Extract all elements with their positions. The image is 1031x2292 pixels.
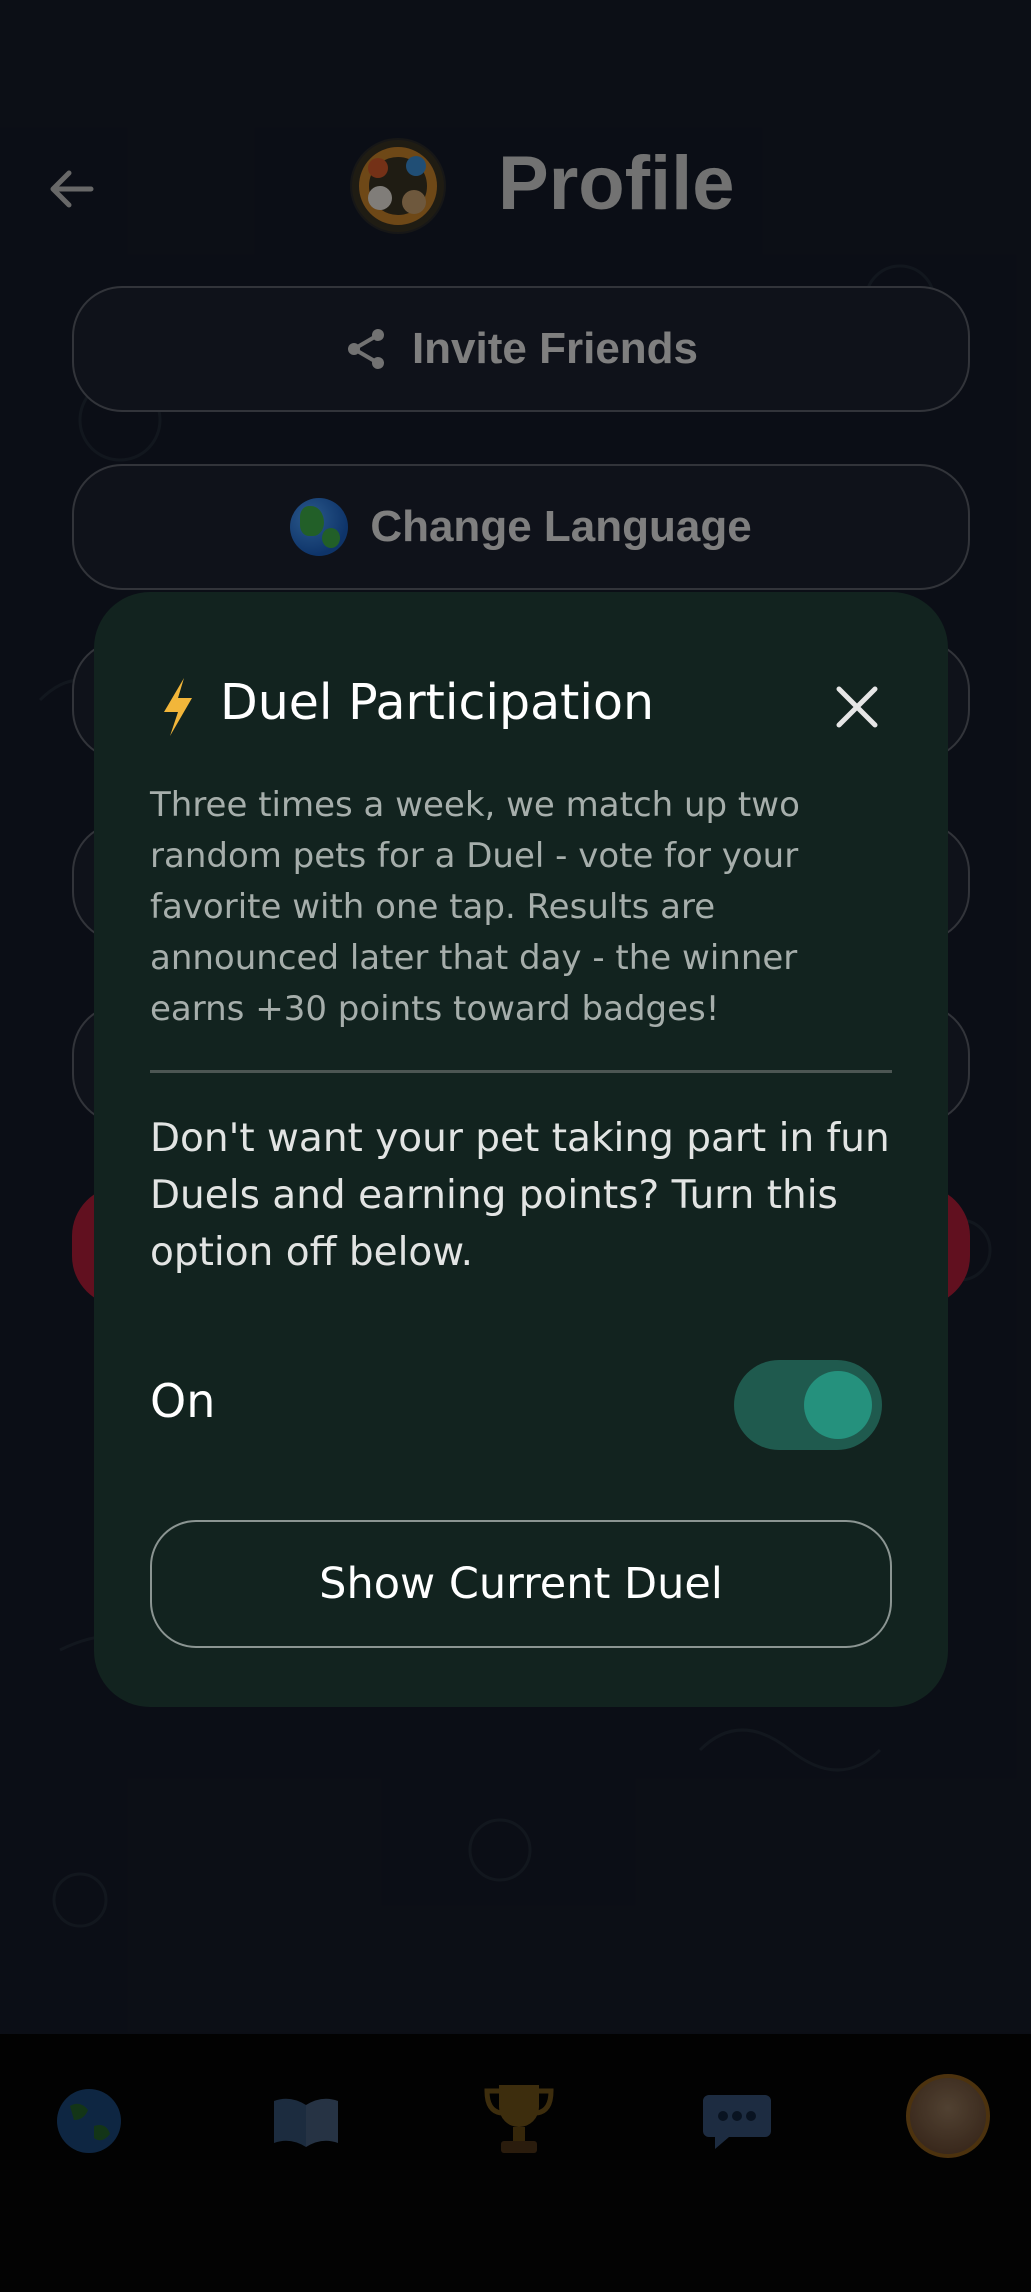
duel-participation-dialog: Duel Participation Three times a week, w…	[94, 592, 948, 1707]
close-button[interactable]	[822, 672, 892, 742]
participation-toggle[interactable]	[734, 1360, 882, 1450]
toggle-knob	[804, 1371, 872, 1439]
divider	[150, 1070, 892, 1073]
participation-toggle-row: On	[150, 1360, 892, 1452]
lightning-bolt-icon	[164, 678, 192, 736]
show-current-duel-button[interactable]: Show Current Duel	[150, 1520, 892, 1648]
dialog-note: Don't want your pet taking part in fun D…	[150, 1116, 890, 1275]
dialog-description: Three times a week, we match up two rand…	[150, 785, 800, 1029]
dialog-title: Duel Participation	[220, 674, 655, 731]
close-icon	[836, 686, 878, 728]
toggle-label: On	[150, 1374, 216, 1428]
dialog-header: Duel Participation	[150, 672, 892, 742]
